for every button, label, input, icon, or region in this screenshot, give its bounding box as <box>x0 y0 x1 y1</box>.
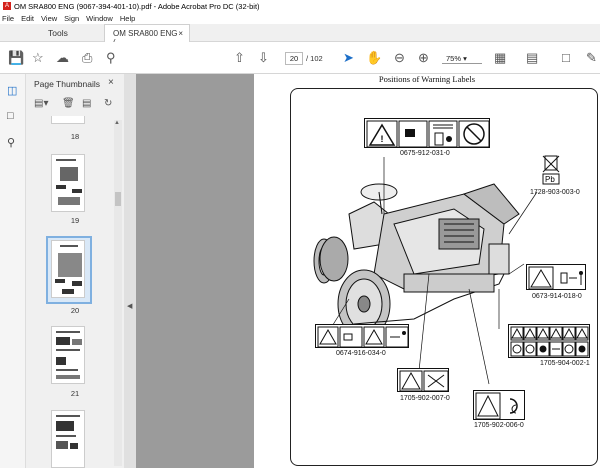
rotate-page-icon[interactable]: ↻ <box>104 98 112 109</box>
panel-title: Page Thumbnails <box>34 79 100 89</box>
collapse-panel-icon[interactable]: ◀ <box>127 302 132 310</box>
label-part-number-3: 0673-914-018-0 <box>532 293 582 300</box>
left-rail: ◫ □ ⚲ <box>0 74 26 468</box>
thumbnail-options-icon[interactable]: ▤▾ <box>34 98 48 109</box>
pictogram-grid-icon <box>510 326 589 357</box>
zoom-select[interactable]: 75% ▾ <box>442 54 482 64</box>
page-total: / 102 <box>306 54 323 63</box>
thumbnail-list: 18 19 20 21 <box>26 116 124 468</box>
thumbnail-page-21[interactable] <box>51 326 85 384</box>
print-icon[interactable]: ⎙ <box>82 51 92 65</box>
menu-help[interactable]: Help <box>120 14 135 23</box>
thumbnail-page-19[interactable] <box>51 154 85 212</box>
warning-sticker-4 <box>315 324 409 348</box>
warning-sticker-1: ! <box>364 118 490 148</box>
toolbar: 💾 ☆ ☁ ⎙ ⚲ ⇧ ⇩ 20 / 102 ➤ ✋ ⊖ ⊕ 75% ▾ ▦ ▤… <box>0 42 600 74</box>
page-number-input[interactable]: 20 <box>285 52 303 65</box>
comment-icon[interactable]: □ <box>562 51 570 65</box>
menu-window[interactable]: Window <box>86 14 113 23</box>
save-icon[interactable]: 💾 <box>8 51 24 65</box>
bookmarks-icon[interactable]: □ <box>7 110 19 122</box>
bookmark-star-icon[interactable]: ☆ <box>32 51 44 65</box>
warning-sticker-3 <box>526 264 586 290</box>
warning-pictogram-row-icon <box>317 326 409 348</box>
document-viewport: Positions of Warning Labels ! 0675-912-0… <box>136 74 600 468</box>
label-part-number-6: 1705-902-007-0 <box>400 395 450 402</box>
label-part-number-1: 0675-912-031-0 <box>400 150 450 157</box>
warning-sticker-5 <box>508 324 590 358</box>
menu-view[interactable]: View <box>41 14 57 23</box>
insert-page-icon[interactable]: ▤ <box>82 98 91 109</box>
label-part-number-7: 1705-902-006-0 <box>474 422 524 429</box>
thumbnail-label: 20 <box>70 306 80 315</box>
search-zoom-icon[interactable]: ⚲ <box>106 51 116 65</box>
zoom-out-icon[interactable]: ⊖ <box>394 51 405 65</box>
delete-page-icon[interactable]: 🗑 <box>62 98 75 109</box>
title-bar: A OM SRA800 ENG (9067-394-401-10).pdf - … <box>0 0 600 12</box>
attachments-paperclip-icon[interactable]: ⚲ <box>7 136 19 149</box>
tab-bar: Tools OM SRA800 ENG (... × <box>0 24 600 47</box>
pen-icon[interactable]: ✎ <box>586 51 597 65</box>
panel-close-icon[interactable]: × <box>108 77 114 88</box>
rotating-part-hazard-icon <box>475 392 518 420</box>
menu-file[interactable]: File <box>2 14 14 23</box>
thumbnail-label: 18 <box>70 132 80 141</box>
page-thumbnails-icon[interactable]: ◫ <box>7 84 19 97</box>
svg-text:!: ! <box>381 134 384 144</box>
thumbnail-scrollbar[interactable]: ▲ <box>114 120 122 466</box>
entanglement-hazard-icon <box>399 370 449 392</box>
tab-document[interactable]: OM SRA800 ENG (... × <box>104 24 190 47</box>
fit-page-icon[interactable]: ▦ <box>494 51 506 65</box>
svg-text:Pb: Pb <box>545 175 555 184</box>
warning-sticker-7 <box>473 390 525 420</box>
label-part-number-2: 1728-903-003-0 <box>530 189 580 196</box>
thumbnail-page-22[interactable] <box>51 410 85 468</box>
menu-sign[interactable]: Sign <box>64 14 79 23</box>
panel-tools: ▤▾ 🗑 ▤ ↻ <box>32 98 122 112</box>
acrobat-app-icon: A <box>3 2 11 10</box>
page-down-icon[interactable]: ⇩ <box>258 51 269 65</box>
tab-tools[interactable]: Tools <box>48 28 68 38</box>
recycle-sticker: Pb <box>541 154 561 186</box>
menu-bar: File Edit View Sign Window Help <box>0 12 600 24</box>
upload-cloud-icon[interactable]: ☁ <box>56 51 69 65</box>
thumbnails-panel: Page Thumbnails × ▤▾ 🗑 ▤ ↻ 18 19 20 21 <box>26 74 124 468</box>
thumbnail-label: 19 <box>70 216 80 225</box>
thumbnail-label: 21 <box>70 389 80 398</box>
crossed-bin-icon: Pb <box>542 155 560 185</box>
page-up-icon[interactable]: ⇧ <box>234 51 245 65</box>
scroll-up-icon[interactable]: ▲ <box>114 120 120 126</box>
scroll-mode-icon[interactable]: ▤ <box>526 51 538 65</box>
window-title: OM SRA800 ENG (9067-394-401-10).pdf - Ad… <box>14 1 260 11</box>
zoom-value: 75% <box>446 54 462 63</box>
hand-tool-icon[interactable]: ✋ <box>366 51 382 65</box>
thumbnail-page-18[interactable] <box>51 116 85 124</box>
zoom-in-icon[interactable]: ⊕ <box>418 51 429 65</box>
panel-resizer[interactable]: ◀ <box>124 74 136 468</box>
thumbnail-page-20[interactable] <box>51 240 85 298</box>
warning-sticker-6 <box>397 368 449 392</box>
select-pointer-icon[interactable]: ➤ <box>343 51 354 65</box>
label-part-number-4: 0674-916-034-0 <box>336 350 386 357</box>
tab-close-icon[interactable]: × <box>178 29 183 38</box>
menu-edit[interactable]: Edit <box>21 14 34 23</box>
scrollbar-thumb[interactable] <box>115 192 121 206</box>
label-part-number-5: 1705-904-002-1 <box>540 360 590 367</box>
pdf-page: Positions of Warning Labels ! 0675-912-0… <box>254 74 600 468</box>
crush-hazard-icon <box>528 266 583 290</box>
warning-triangle-icon: ! <box>366 120 490 148</box>
